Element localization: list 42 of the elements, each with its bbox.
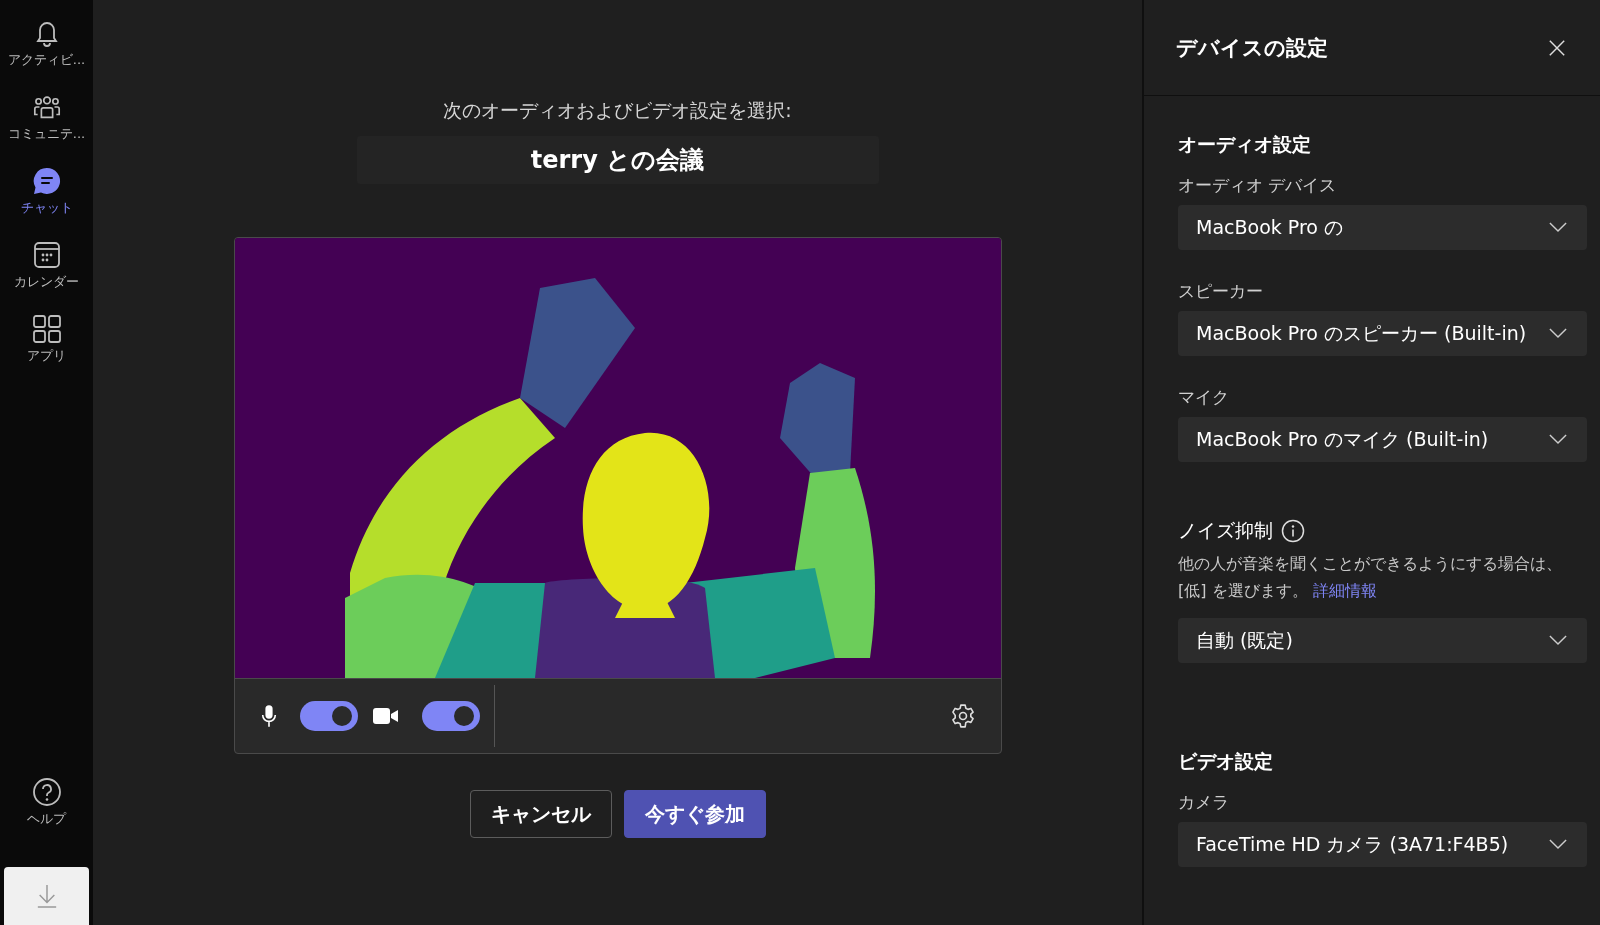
- help-item[interactable]: ヘルプ: [0, 777, 93, 828]
- chevron-down-icon: [1549, 434, 1567, 445]
- field-label: オーディオ デバイス: [1178, 174, 1338, 197]
- dropdown[interactable]: MacBook Pro のスピーカー (Built-in): [1178, 311, 1587, 356]
- sidebar-item[interactable]: カレンダー: [0, 240, 93, 291]
- meeting-title: terry との会議: [356, 136, 879, 184]
- microphone-toggle[interactable]: [299, 701, 358, 731]
- settings-icon[interactable]: [949, 703, 976, 729]
- learn-more-link[interactable]: 詳細情報: [1312, 581, 1377, 600]
- download-icon: [35, 882, 58, 910]
- description-text: 他の人が音楽を聞くことができるようにする場合は、[低] を選びます。 詳細情報: [1178, 553, 1563, 602]
- camera-toggle[interactable]: [421, 701, 480, 731]
- field-label: マイク: [1178, 386, 1230, 409]
- chevron-down-icon: [1549, 839, 1567, 850]
- field-label: スピーカー: [1178, 280, 1264, 303]
- video-camera-icon: [371, 706, 400, 726]
- chat-bubble-icon: [31, 166, 62, 196]
- section-heading: ビデオ設定: [1178, 749, 1274, 774]
- sidebar-item[interactable]: チャット: [0, 166, 93, 217]
- panel-title: デバイスの設定: [1176, 34, 1328, 62]
- field-label: カメラ: [1178, 791, 1230, 814]
- close-icon[interactable]: [1548, 38, 1566, 57]
- chevron-down-icon: [1549, 222, 1567, 233]
- dropdown[interactable]: MacBook Pro のマイク (Built-in): [1178, 417, 1587, 462]
- field-label: ノイズ抑制: [1178, 518, 1273, 543]
- dropdown[interactable]: 自動 (既定): [1178, 618, 1587, 663]
- dropdown[interactable]: MacBook Pro の: [1178, 205, 1587, 250]
- help-icon: [31, 777, 62, 807]
- cancel-button[interactable]: キャンセル: [469, 790, 612, 838]
- calendar-icon: [31, 240, 62, 270]
- sidebar-item[interactable]: アクティビ...: [0, 18, 93, 69]
- prompt-text: 次のオーディオおよびビデオ設定を選択:: [443, 98, 792, 123]
- dropdown[interactable]: FaceTime HD カメラ (3A71:F4B5): [1178, 822, 1587, 867]
- sidebar-item[interactable]: コミュニテ...: [0, 92, 93, 143]
- chevron-down-icon: [1549, 635, 1567, 646]
- sidebar-item[interactable]: アプリ: [0, 314, 93, 365]
- microphone-icon: [259, 704, 278, 728]
- join-button[interactable]: 今すぐ参加: [623, 790, 766, 838]
- info-icon[interactable]: [1281, 519, 1305, 543]
- apps-grid-icon: [31, 314, 62, 344]
- chevron-down-icon: [1549, 328, 1567, 339]
- section-heading: オーディオ設定: [1178, 132, 1312, 157]
